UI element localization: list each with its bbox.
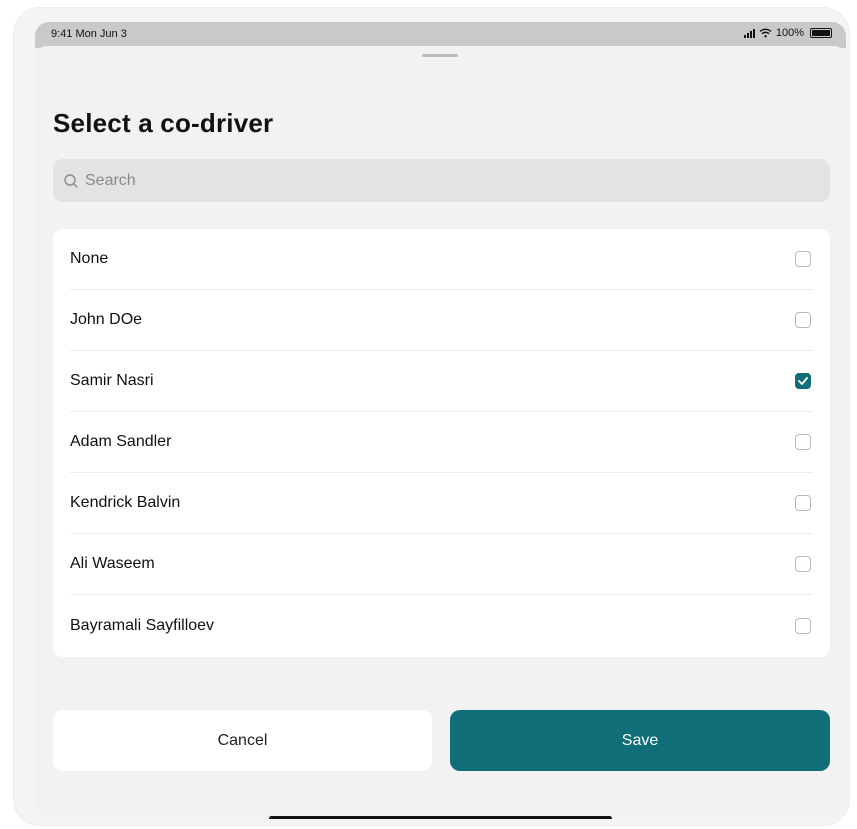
driver-name: Adam Sandler bbox=[70, 433, 172, 450]
checkbox[interactable] bbox=[795, 251, 811, 267]
status-time: 9:41 Mon Jun 3 bbox=[51, 28, 127, 40]
battery-percentage: 100% bbox=[775, 27, 804, 39]
checkbox[interactable] bbox=[795, 617, 811, 634]
wifi-icon bbox=[759, 28, 772, 38]
search-field[interactable]: Search bbox=[53, 159, 830, 202]
sheet-grabber[interactable] bbox=[422, 54, 458, 57]
home-indicator bbox=[269, 816, 612, 819]
checkbox[interactable] bbox=[795, 312, 811, 328]
status-indicators: 100% bbox=[743, 27, 832, 39]
list-item[interactable]: Samir Nasri bbox=[70, 351, 813, 412]
cancel-button[interactable]: Cancel bbox=[53, 710, 432, 771]
list-item[interactable]: John DOe bbox=[70, 290, 813, 351]
driver-name: Kendrick Balvin bbox=[70, 494, 181, 511]
search-input[interactable]: Search bbox=[85, 172, 136, 190]
driver-name: Ali Waseem bbox=[70, 555, 155, 572]
checkmark-icon bbox=[798, 377, 808, 385]
search-icon bbox=[64, 173, 78, 188]
save-button[interactable]: Save bbox=[450, 710, 830, 771]
driver-name: John DOe bbox=[70, 311, 143, 328]
driver-name: Bayramali Sayfilloev bbox=[70, 616, 215, 634]
battery-icon bbox=[810, 28, 832, 38]
list-item[interactable]: None bbox=[70, 229, 813, 290]
list-item[interactable]: Ali Waseem bbox=[70, 534, 813, 595]
list-item[interactable]: Kendrick Balvin bbox=[70, 473, 813, 534]
checkbox[interactable] bbox=[795, 434, 811, 450]
checkbox[interactable] bbox=[795, 495, 811, 511]
page-title: Select a co-driver bbox=[53, 108, 274, 138]
ipad-screen: 9:41 Mon Jun 3 100% Select a co-driver S… bbox=[35, 22, 846, 819]
checkbox[interactable] bbox=[795, 373, 811, 389]
driver-list: None John DOe Samir Nasri Adam Sandler K… bbox=[53, 229, 830, 657]
checkbox[interactable] bbox=[795, 556, 811, 572]
list-item[interactable]: Adam Sandler bbox=[70, 412, 813, 473]
signal-icon bbox=[743, 28, 755, 38]
co-driver-sheet: Select a co-driver Search None John DOe bbox=[35, 46, 846, 819]
driver-name: None bbox=[70, 250, 109, 267]
status-bar: 9:41 Mon Jun 3 100% bbox=[35, 22, 846, 48]
list-item[interactable]: Bayramali Sayfilloev bbox=[70, 595, 813, 656]
driver-name: Samir Nasri bbox=[70, 372, 154, 389]
